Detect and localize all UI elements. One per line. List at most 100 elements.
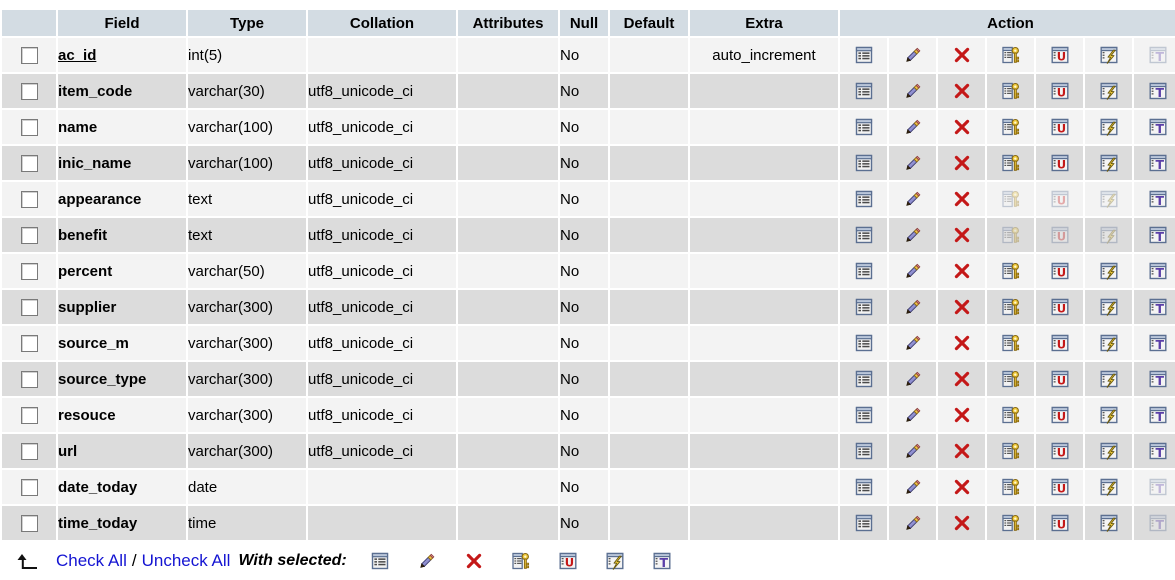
row-checkbox[interactable] xyxy=(21,515,38,532)
action-browse-cell[interactable] xyxy=(840,182,887,216)
action-browse-cell[interactable] xyxy=(840,218,887,252)
index-lightning-icon[interactable] xyxy=(1099,261,1119,281)
fulltext-t-icon[interactable]: T xyxy=(1148,405,1168,425)
action-unique-cell[interactable]: U xyxy=(1036,146,1083,180)
browse-icon[interactable] xyxy=(854,405,874,425)
action-browse-cell[interactable] xyxy=(840,470,887,504)
primary-key-icon[interactable] xyxy=(1001,297,1021,317)
row-checkbox-cell[interactable] xyxy=(2,506,56,540)
action-change-cell[interactable] xyxy=(889,398,936,432)
action-primary-cell[interactable] xyxy=(987,254,1034,288)
action-index-cell[interactable] xyxy=(1085,74,1132,108)
change-pencil-icon[interactable] xyxy=(903,441,923,461)
action-browse-cell[interactable] xyxy=(840,146,887,180)
action-change-cell[interactable] xyxy=(889,506,936,540)
drop-x-icon[interactable] xyxy=(952,369,972,389)
primary-key-icon[interactable] xyxy=(1001,117,1021,137)
drop-x-icon[interactable] xyxy=(464,551,484,571)
index-lightning-icon[interactable] xyxy=(1099,153,1119,173)
action-index-cell[interactable] xyxy=(1085,434,1132,468)
unique-u-icon[interactable]: U xyxy=(1050,441,1070,461)
drop-x-icon[interactable] xyxy=(952,225,972,245)
footer-index-cell[interactable] xyxy=(592,551,639,571)
unique-u-icon[interactable]: U xyxy=(1050,513,1070,533)
primary-key-icon[interactable] xyxy=(1001,441,1021,461)
action-fulltext-cell[interactable]: T xyxy=(1134,254,1175,288)
action-change-cell[interactable] xyxy=(889,110,936,144)
action-index-cell[interactable] xyxy=(1085,506,1132,540)
index-lightning-icon[interactable] xyxy=(1099,333,1119,353)
drop-x-icon[interactable] xyxy=(952,333,972,353)
action-fulltext-cell[interactable]: T xyxy=(1134,146,1175,180)
action-change-cell[interactable] xyxy=(889,362,936,396)
index-lightning-icon[interactable] xyxy=(1099,441,1119,461)
action-unique-cell[interactable]: U xyxy=(1036,506,1083,540)
fulltext-t-icon[interactable]: T xyxy=(1148,369,1168,389)
action-change-cell[interactable] xyxy=(889,146,936,180)
browse-icon[interactable] xyxy=(854,477,874,497)
browse-icon[interactable] xyxy=(854,225,874,245)
action-primary-cell[interactable] xyxy=(987,362,1034,396)
action-browse-cell[interactable] xyxy=(840,434,887,468)
action-unique-cell[interactable]: U xyxy=(1036,38,1083,72)
row-checkbox-cell[interactable] xyxy=(2,146,56,180)
change-pencil-icon[interactable] xyxy=(903,261,923,281)
action-browse-cell[interactable] xyxy=(840,254,887,288)
action-index-cell[interactable] xyxy=(1085,110,1132,144)
action-primary-cell[interactable] xyxy=(987,290,1034,324)
browse-icon[interactable] xyxy=(854,261,874,281)
fulltext-t-icon[interactable]: T xyxy=(1148,261,1168,281)
row-checkbox[interactable] xyxy=(21,371,38,388)
footer-unique-cell[interactable]: U xyxy=(545,551,592,571)
index-lightning-icon[interactable] xyxy=(1099,477,1119,497)
index-lightning-icon[interactable] xyxy=(1099,513,1119,533)
drop-x-icon[interactable] xyxy=(952,441,972,461)
primary-key-icon[interactable] xyxy=(511,551,531,571)
row-checkbox-cell[interactable] xyxy=(2,470,56,504)
footer-primary-cell[interactable] xyxy=(498,551,545,571)
action-change-cell[interactable] xyxy=(889,254,936,288)
primary-key-icon[interactable] xyxy=(1001,153,1021,173)
action-drop-cell[interactable] xyxy=(938,254,985,288)
browse-icon[interactable] xyxy=(854,153,874,173)
action-drop-cell[interactable] xyxy=(938,110,985,144)
action-fulltext-cell[interactable]: T xyxy=(1134,74,1175,108)
primary-key-icon[interactable] xyxy=(1001,261,1021,281)
fulltext-t-icon[interactable]: T xyxy=(1148,81,1168,101)
primary-key-icon[interactable] xyxy=(1001,405,1021,425)
action-index-cell[interactable] xyxy=(1085,470,1132,504)
drop-x-icon[interactable] xyxy=(952,477,972,497)
row-checkbox-cell[interactable] xyxy=(2,362,56,396)
unique-u-icon[interactable]: U xyxy=(1050,153,1070,173)
row-checkbox-cell[interactable] xyxy=(2,434,56,468)
footer-change-cell[interactable] xyxy=(404,551,451,571)
change-pencil-icon[interactable] xyxy=(903,117,923,137)
action-drop-cell[interactable] xyxy=(938,470,985,504)
action-browse-cell[interactable] xyxy=(840,74,887,108)
drop-x-icon[interactable] xyxy=(952,513,972,533)
action-change-cell[interactable] xyxy=(889,38,936,72)
action-change-cell[interactable] xyxy=(889,470,936,504)
row-checkbox-cell[interactable] xyxy=(2,218,56,252)
row-checkbox[interactable] xyxy=(21,155,38,172)
row-checkbox-cell[interactable] xyxy=(2,110,56,144)
unique-u-icon[interactable]: U xyxy=(1050,405,1070,425)
unique-u-icon[interactable]: U xyxy=(1050,297,1070,317)
fulltext-t-icon[interactable]: T xyxy=(1148,153,1168,173)
index-lightning-icon[interactable] xyxy=(1099,117,1119,137)
action-unique-cell[interactable]: U xyxy=(1036,470,1083,504)
action-primary-cell[interactable] xyxy=(987,434,1034,468)
browse-icon[interactable] xyxy=(854,81,874,101)
action-index-cell[interactable] xyxy=(1085,146,1132,180)
index-lightning-icon[interactable] xyxy=(605,551,625,571)
action-browse-cell[interactable] xyxy=(840,398,887,432)
action-primary-cell[interactable] xyxy=(987,110,1034,144)
footer-browse-cell[interactable] xyxy=(357,551,404,571)
row-checkbox[interactable] xyxy=(21,407,38,424)
action-index-cell[interactable] xyxy=(1085,254,1132,288)
browse-icon[interactable] xyxy=(854,45,874,65)
browse-icon[interactable] xyxy=(854,297,874,317)
action-unique-cell[interactable]: U xyxy=(1036,74,1083,108)
change-pencil-icon[interactable] xyxy=(903,405,923,425)
action-drop-cell[interactable] xyxy=(938,506,985,540)
